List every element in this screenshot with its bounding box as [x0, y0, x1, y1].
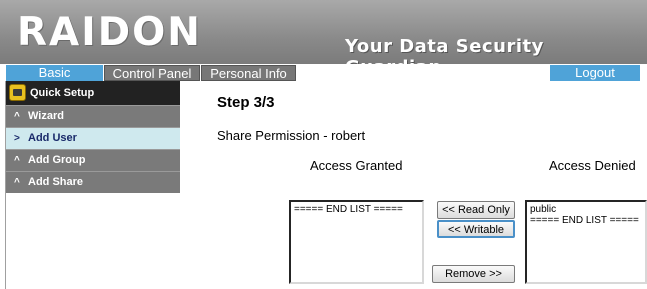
tab-control-panel[interactable]: Control Panel [104, 65, 200, 81]
quick-setup-label: Quick Setup [30, 87, 95, 99]
chevron-right-icon: > [14, 133, 20, 144]
sidebar-item-add-group[interactable]: ^ Add Group [6, 149, 180, 171]
sidebar-item-add-user[interactable]: > Add User [6, 127, 180, 149]
step-title: Step 3/3 [217, 94, 275, 111]
tab-personal-info[interactable]: Personal Info [201, 65, 296, 81]
sidebar: Quick Setup ^ Wizard > Add User ^ Add Group… [6, 81, 180, 193]
caret-up-icon: ^ [14, 111, 20, 122]
sidebar-item-add-share[interactable]: ^ Add Share [6, 171, 180, 193]
sidebar-item-label: Wizard [28, 110, 64, 122]
access-granted-list[interactable]: ===== END LIST ===== [289, 200, 424, 284]
access-denied-label: Access Denied [549, 158, 636, 173]
access-granted-label: Access Granted [310, 158, 403, 173]
sidebar-item-label: Add Group [28, 154, 86, 166]
caret-up-icon: ^ [14, 177, 20, 188]
header-banner: RAIDON Your Data Security Guardian. [0, 0, 647, 78]
sidebar-quick-setup-header: Quick Setup [6, 81, 180, 105]
list-item[interactable]: public [530, 204, 642, 215]
writable-button[interactable]: << Writable [437, 220, 515, 238]
caret-up-icon: ^ [14, 155, 20, 166]
access-denied-list[interactable]: public ===== END LIST ===== [525, 200, 647, 284]
tab-bar: Basic Control Panel Personal Info Logout [0, 64, 647, 81]
sidebar-item-label: Add User [28, 132, 77, 144]
quick-setup-icon [9, 84, 26, 101]
tab-basic[interactable]: Basic [6, 65, 103, 81]
read-only-button[interactable]: << Read Only [437, 201, 515, 219]
sidebar-item-label: Add Share [28, 176, 84, 188]
logout-button[interactable]: Logout [550, 65, 640, 81]
list-item[interactable]: ===== END LIST ===== [294, 204, 419, 215]
raidon-logo: RAIDON [17, 10, 202, 55]
sidebar-item-wizard[interactable]: ^ Wizard [6, 105, 180, 127]
list-item[interactable]: ===== END LIST ===== [530, 215, 642, 226]
share-permission-heading: Share Permission - robert [217, 128, 366, 143]
remove-button[interactable]: Remove >> [432, 265, 515, 283]
